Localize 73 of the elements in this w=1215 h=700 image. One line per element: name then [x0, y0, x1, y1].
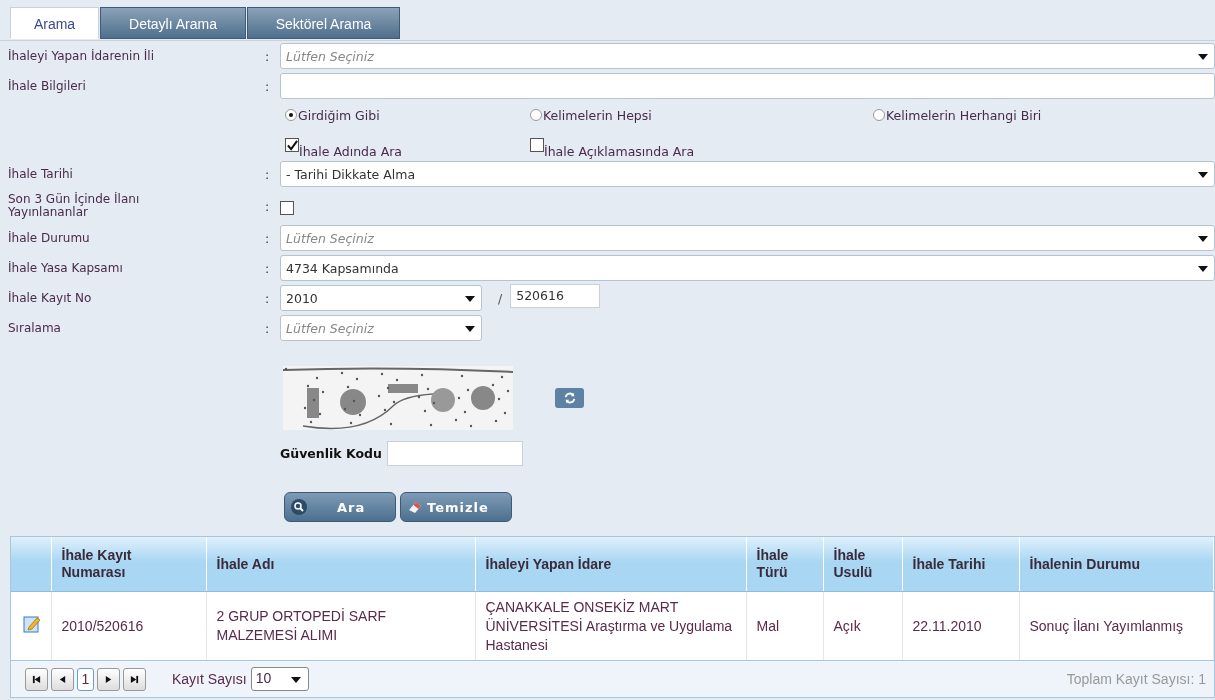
input-field[interactable]: 520616: [510, 284, 601, 308]
next-page-icon: [104, 674, 113, 684]
field-label: İhale Durumu: [8, 231, 91, 245]
caret-icon: [465, 326, 475, 332]
dropdown[interactable]: - Tarihi Dikkate Alma: [280, 161, 1215, 187]
checkbox-option[interactable]: İhale Adında Ara: [285, 138, 530, 159]
dropdown[interactable]: Lütfen Seçiniz: [280, 225, 1215, 251]
last-page-icon: [130, 674, 139, 684]
clear-button[interactable]: Temizle: [400, 492, 512, 522]
colon: :: [265, 290, 271, 306]
tab[interactable]: Sektörel Arama: [247, 7, 400, 39]
caret-icon: [465, 296, 475, 302]
caret-icon: [1198, 54, 1208, 60]
input-field[interactable]: [386, 441, 523, 466]
colon: :: [265, 78, 271, 94]
dropdown[interactable]: 4734 Kapsamında: [280, 255, 1215, 281]
dropdown[interactable]: Lütfen Seçiniz: [280, 315, 482, 341]
total-count: Toplam Kayıt Sayısı: 1: [1066, 671, 1206, 687]
colon: :: [265, 48, 271, 64]
previous-page-button[interactable]: [51, 667, 74, 691]
input-field[interactable]: [280, 73, 1215, 99]
field-label: İhale Tarihi: [8, 167, 74, 181]
column-header[interactable]: İhaleyi Yapan İdare: [475, 537, 746, 592]
field-label: İhale Yasa Kapsamı: [8, 261, 124, 275]
column-header[interactable]: İhale Usulü: [823, 537, 902, 592]
edit-icon[interactable]: [23, 614, 41, 633]
radio-option[interactable]: Girdiğim Gibi: [285, 107, 530, 123]
first-page-icon: [32, 674, 41, 684]
column-header[interactable]: İhale Kayıt Numarası: [51, 537, 206, 592]
year-dropdown[interactable]: 2010: [280, 285, 482, 311]
checkbox-option[interactable]: İhale Açıklamasında Ara: [530, 138, 873, 159]
last-page-button[interactable]: [123, 667, 146, 691]
field-label: Son 3 Gün İçinde İlanı Yayınlananlar: [8, 193, 141, 219]
checkbox[interactable]: [285, 138, 299, 152]
field-label: İhale Kayıt No: [8, 291, 93, 305]
page-number[interactable]: 1: [77, 667, 94, 691]
tab[interactable]: Detaylı Arama: [100, 7, 246, 39]
colon: :: [265, 198, 271, 214]
radio-icon[interactable]: [873, 109, 885, 121]
field-label: İhale Bilgileri: [8, 79, 87, 93]
caret-icon: [1198, 172, 1208, 178]
radio-icon[interactable]: [530, 109, 542, 121]
checkbox[interactable]: [530, 138, 544, 152]
search-button[interactable]: Ara: [284, 492, 396, 522]
column-header[interactable]: İhalenin Durumu: [1019, 537, 1214, 592]
checkbox[interactable]: [280, 201, 294, 215]
column-header[interactable]: İhale Adı: [206, 537, 475, 592]
separator: /: [498, 290, 503, 306]
colon: :: [265, 166, 271, 182]
refresh-icon[interactable]: [555, 388, 584, 408]
radio-icon[interactable]: [285, 109, 297, 121]
colon: :: [265, 320, 271, 336]
colon: :: [265, 230, 271, 246]
field-label: İhaleyi Yapan İdarenin İli: [8, 49, 155, 63]
search-icon: [291, 499, 307, 515]
caret-icon: [1198, 266, 1208, 272]
page-size-dropdown[interactable]: 10: [250, 667, 309, 691]
field-label: Güvenlik Kodu: [280, 446, 382, 461]
previous-page-icon: [58, 674, 67, 684]
radio-option[interactable]: Kelimelerin Herhangi Biri: [873, 107, 1118, 123]
eraser-icon: [407, 499, 423, 515]
page-size-label: Kayıt Sayısı: [172, 671, 247, 687]
dropdown[interactable]: Lütfen Seçiniz: [280, 43, 1215, 69]
caret-icon: [1198, 236, 1208, 242]
colon: :: [265, 260, 271, 276]
column-header[interactable]: İhale Tarihi: [902, 537, 1019, 592]
tab[interactable]: Arama: [10, 7, 99, 39]
column-header[interactable]: İhale Türü: [746, 537, 823, 592]
radio-option[interactable]: Kelimelerin Hepsi: [530, 107, 873, 123]
caret-icon: [290, 677, 301, 683]
field-label: Sıralama: [8, 321, 62, 335]
next-page-button[interactable]: [97, 667, 120, 691]
first-page-button[interactable]: [25, 667, 48, 691]
